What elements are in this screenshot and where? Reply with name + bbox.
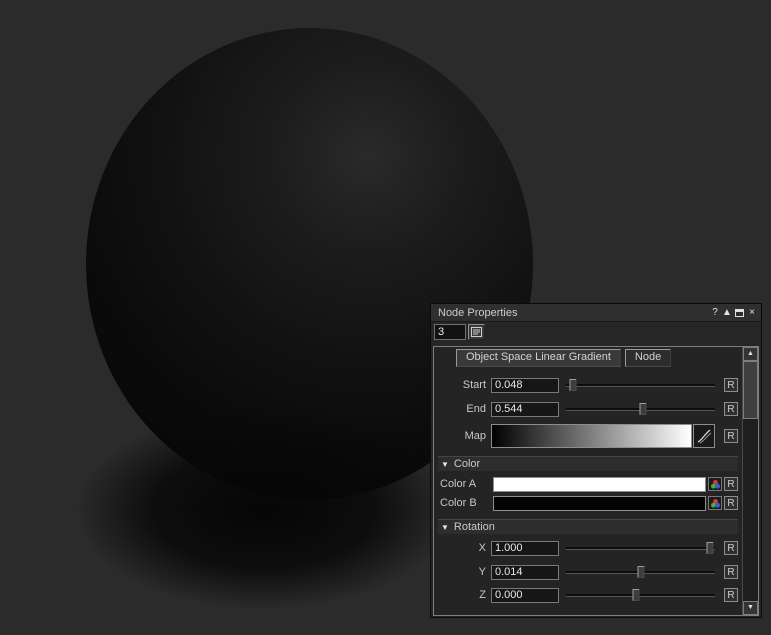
- node-properties-panel: Node Properties ? ▲ × Object Space Linea…: [430, 303, 762, 618]
- y-slider[interactable]: [566, 564, 715, 580]
- start-value-field[interactable]: [491, 378, 559, 393]
- slider-track: [566, 547, 715, 550]
- scroll-down-button[interactable]: ▼: [743, 601, 758, 615]
- panel-title: Node Properties: [431, 307, 518, 319]
- color-a-reset-button[interactable]: R: [724, 477, 738, 491]
- rotation-y-row: Y R: [438, 563, 738, 581]
- end-value-field[interactable]: [491, 402, 559, 417]
- scrollbar-thumb[interactable]: [743, 361, 758, 419]
- color-b-picker-button[interactable]: [708, 496, 722, 510]
- panel-titlebar[interactable]: Node Properties ? ▲ ×: [431, 304, 761, 322]
- x-value-field[interactable]: [491, 541, 559, 556]
- slider-handle[interactable]: [640, 403, 647, 415]
- color-a-swatch[interactable]: [493, 477, 706, 492]
- slider-track: [566, 594, 715, 597]
- color-section-header[interactable]: ▼ Color: [438, 456, 738, 471]
- rotation-section-label: Rotation: [454, 521, 495, 533]
- x-reset-button[interactable]: R: [724, 541, 738, 555]
- z-value-field[interactable]: [491, 588, 559, 603]
- tab-object-space-linear-gradient[interactable]: Object Space Linear Gradient: [456, 349, 621, 367]
- sphere-shadow: [78, 412, 450, 608]
- panel-scrollbar[interactable]: ▲ ▼: [742, 347, 758, 615]
- list-icon: [471, 327, 482, 337]
- rotation-z-row: Z R: [438, 586, 738, 604]
- help-icon[interactable]: ?: [709, 306, 721, 320]
- x-label: X: [438, 542, 486, 554]
- slider-handle[interactable]: [570, 379, 577, 391]
- edit-gradient-button[interactable]: [693, 424, 715, 448]
- rgb-picker-icon: [710, 498, 721, 509]
- color-b-swatch[interactable]: [493, 496, 706, 511]
- z-slider[interactable]: [566, 587, 715, 603]
- color-section-label: Color: [454, 458, 480, 470]
- color-a-row: Color A R: [438, 475, 738, 493]
- y-value-field[interactable]: [491, 565, 559, 580]
- start-reset-button[interactable]: R: [724, 378, 738, 392]
- properties-form: Object Space Linear Gradient Node Start …: [433, 346, 759, 616]
- node-selector-row: [434, 324, 485, 340]
- end-label: End: [438, 403, 486, 415]
- slider-handle[interactable]: [638, 566, 645, 578]
- node-index-field[interactable]: [434, 324, 466, 340]
- rollup-icon[interactable]: ▲: [721, 306, 733, 320]
- start-row: Start R: [438, 376, 738, 394]
- color-b-row: Color B R: [438, 494, 738, 512]
- x-slider[interactable]: [566, 540, 715, 556]
- z-label: Z: [438, 589, 486, 601]
- rotation-x-row: X R: [438, 539, 738, 557]
- map-row: Map R: [438, 423, 738, 449]
- close-icon[interactable]: ×: [746, 306, 758, 320]
- map-label: Map: [438, 430, 486, 442]
- start-slider[interactable]: [566, 377, 715, 393]
- collapse-triangle-icon: ▼: [441, 460, 449, 469]
- map-reset-button[interactable]: R: [724, 429, 738, 443]
- color-a-picker-button[interactable]: [708, 477, 722, 491]
- tab-node[interactable]: Node: [625, 349, 671, 367]
- y-reset-button[interactable]: R: [724, 565, 738, 579]
- end-row: End R: [438, 400, 738, 418]
- end-slider[interactable]: [566, 401, 715, 417]
- curve-icon: [696, 427, 712, 445]
- titlebar-icons: ? ▲ ×: [709, 306, 761, 320]
- slider-handle[interactable]: [706, 542, 713, 554]
- start-label: Start: [438, 379, 486, 391]
- form-tabs: Object Space Linear Gradient Node: [456, 349, 671, 367]
- gradient-preview[interactable]: [491, 424, 692, 448]
- color-a-label: Color A: [438, 478, 488, 490]
- color-b-label: Color B: [438, 497, 488, 509]
- scroll-up-button[interactable]: ▲: [743, 347, 758, 361]
- color-b-reset-button[interactable]: R: [724, 496, 738, 510]
- y-label: Y: [438, 566, 486, 578]
- restore-window-icon[interactable]: [735, 309, 744, 317]
- z-reset-button[interactable]: R: [724, 588, 738, 602]
- rotation-section-header[interactable]: ▼ Rotation: [438, 519, 738, 534]
- node-picker-button[interactable]: [468, 324, 485, 340]
- collapse-triangle-icon: ▼: [441, 523, 449, 532]
- rgb-picker-icon: [710, 479, 721, 490]
- end-reset-button[interactable]: R: [724, 402, 738, 416]
- slider-handle[interactable]: [633, 589, 640, 601]
- slider-track: [566, 384, 715, 387]
